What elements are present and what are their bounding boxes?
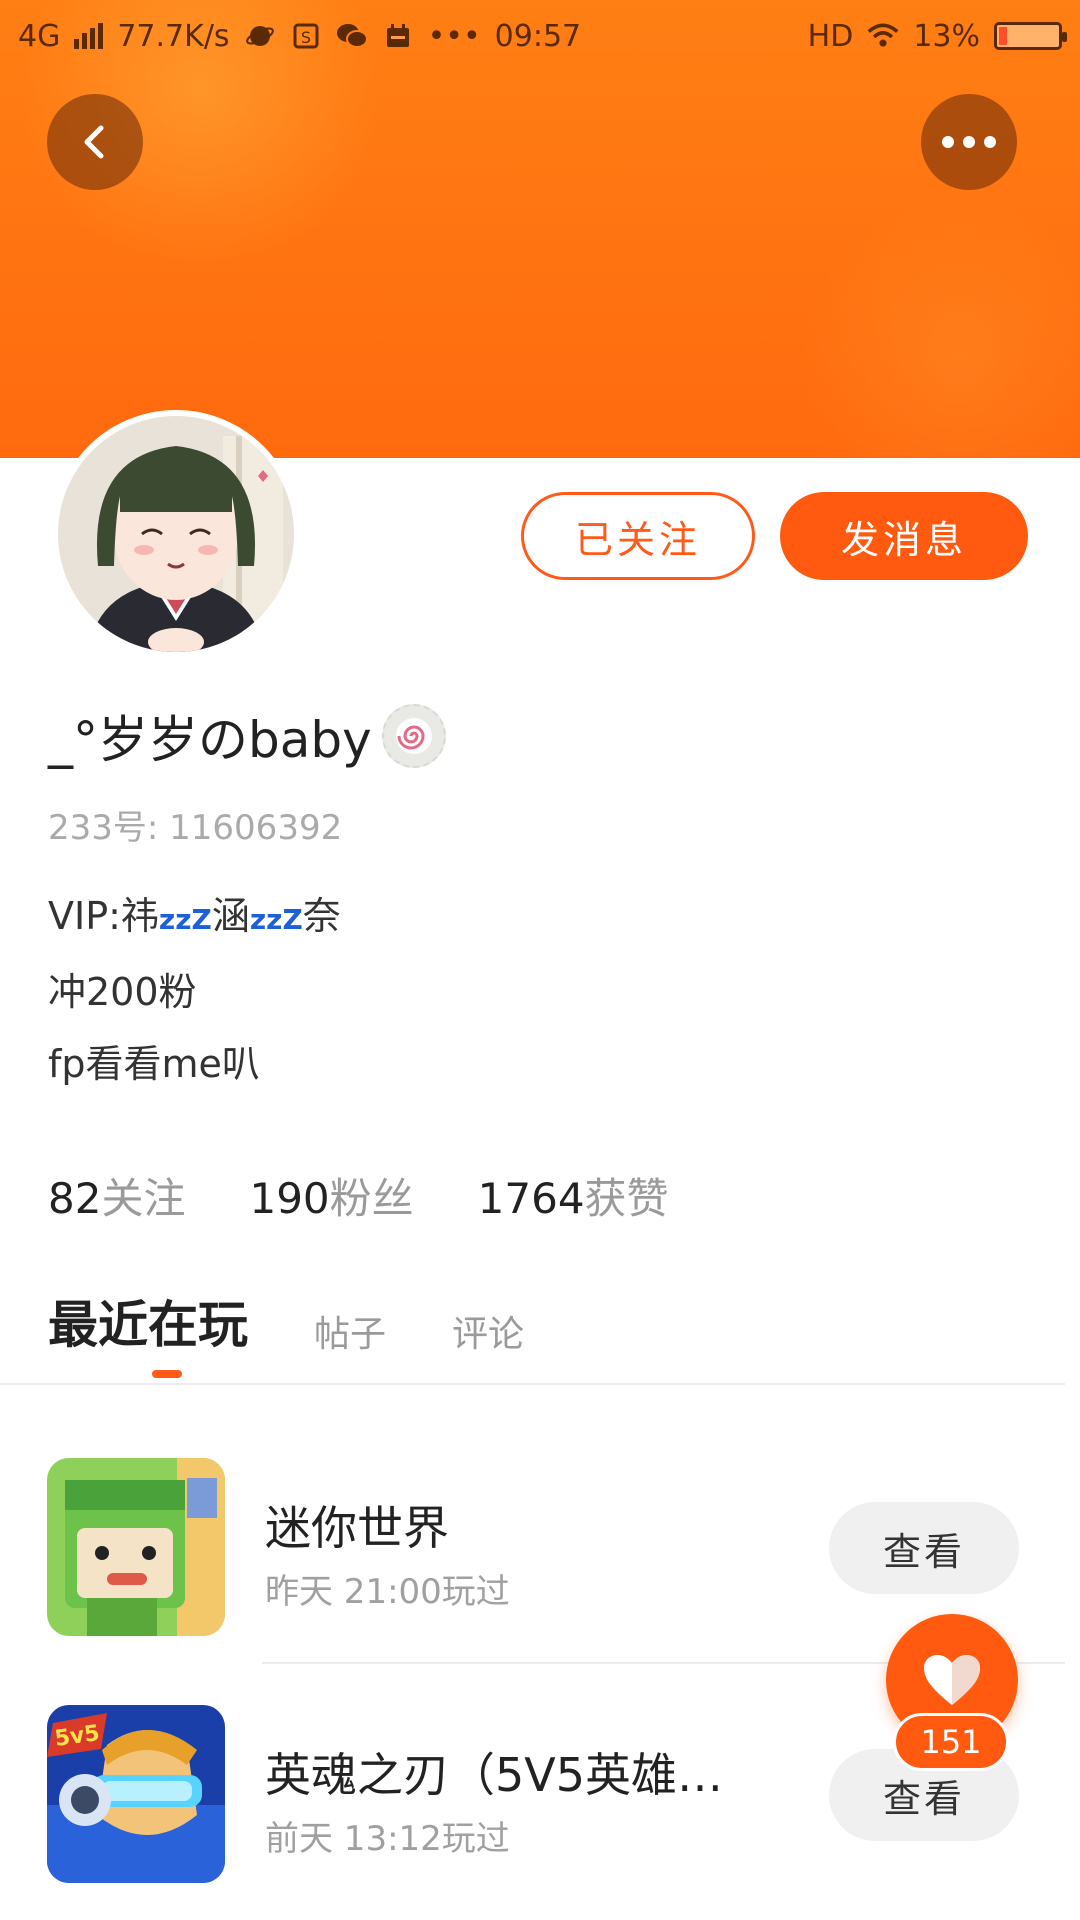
game-icon-mini-world [47, 1458, 225, 1636]
divider [0, 1383, 1065, 1385]
profile-header-banner: 4G 77.7K/s S ••• 09:57 HD 13% [0, 0, 1080, 458]
stat-likes[interactable]: 1764获赞 [478, 1165, 669, 1226]
s-app-icon: S [290, 20, 322, 52]
bio: VIP:祎zzZ涵zzZ奈 冲200粉 fp看看me叭 [48, 880, 341, 1100]
back-button[interactable] [47, 94, 143, 190]
profile-stats: 82关注 190粉丝 1764获赞 [48, 1165, 669, 1226]
like-count-badge: 151 [893, 1713, 1009, 1771]
bio-line-3: fp看看me叭 [48, 1042, 260, 1086]
game-name: 英魂之刃（5V5英雄… [265, 1748, 724, 1802]
swirl-badge-icon[interactable] [381, 704, 446, 768]
heart-icon [924, 1655, 980, 1705]
user-id: 233号: 11606392 [48, 808, 343, 848]
stat-following[interactable]: 82关注 [48, 1165, 185, 1226]
list-item[interactable]: 迷你世界 昨天 21:00玩过 查看 [0, 1458, 1065, 1638]
svg-text:S: S [300, 28, 310, 47]
planet-icon [244, 20, 276, 52]
bio-line-1: VIP:祎zzZ涵zzZ奈 [48, 894, 341, 938]
bio-line-2: 冲200粉 [48, 970, 197, 1014]
clock: 09:57 [494, 18, 582, 54]
username-row: _°岁岁のbaby [48, 700, 446, 772]
sleep-zz-icon: zzZ [249, 903, 303, 936]
more-notifications-icon: ••• [427, 18, 481, 54]
tab-recently-played[interactable]: 最近在玩 [48, 1285, 248, 1357]
followed-button[interactable]: 已关注 [521, 492, 755, 580]
profile-tabs: 最近在玩 帖子 评论 [48, 1285, 524, 1357]
more-button[interactable] [921, 94, 1017, 190]
game-icon-heroes-blade: 5v5 [47, 1705, 225, 1883]
last-played-time: 前天 13:12玩过 [265, 1819, 510, 1859]
more-horizontal-icon [942, 136, 996, 148]
tab-posts[interactable]: 帖子 [314, 1305, 386, 1357]
wifi-icon [867, 20, 899, 52]
game-name: 迷你世界 [265, 1501, 449, 1555]
network-type: 4G [18, 18, 61, 54]
wechat-icon [336, 20, 368, 52]
signal-icon [74, 23, 104, 49]
sleep-zz-icon: zzZ [158, 903, 212, 936]
chevron-left-icon [84, 125, 104, 159]
last-played-time: 昨天 21:00玩过 [265, 1572, 510, 1612]
username: _°岁岁のbaby [48, 711, 372, 769]
view-button[interactable]: 查看 [829, 1502, 1019, 1594]
avatar-image [58, 416, 294, 652]
send-message-button[interactable]: 发消息 [780, 492, 1028, 580]
battery-icon [994, 22, 1067, 50]
status-bar: 4G 77.7K/s S ••• 09:57 HD 13% [0, 0, 1080, 72]
battery-percent: 13% [913, 18, 980, 54]
tab-comments[interactable]: 评论 [452, 1305, 524, 1357]
hd-indicator: HD [807, 18, 854, 54]
avatar[interactable] [52, 410, 300, 658]
network-speed: 77.7K/s [117, 18, 230, 54]
stat-fans[interactable]: 190粉丝 [249, 1165, 413, 1226]
active-tab-indicator [152, 1370, 182, 1378]
calendar-icon [382, 20, 414, 52]
